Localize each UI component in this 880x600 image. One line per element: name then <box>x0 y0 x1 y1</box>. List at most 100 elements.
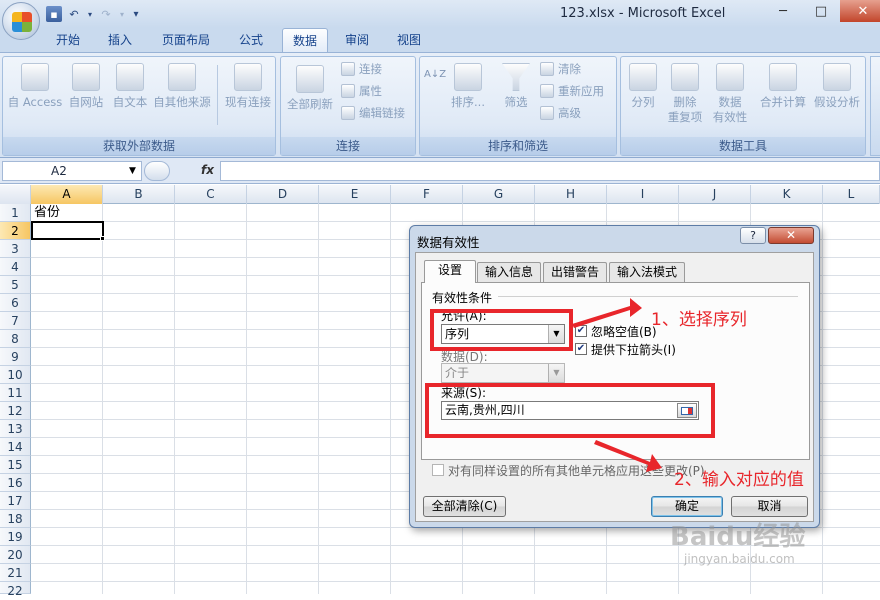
row-header[interactable]: 21 <box>0 564 31 582</box>
row-header[interactable]: 15 <box>0 456 31 474</box>
office-logo-icon <box>12 12 32 32</box>
row-header[interactable]: 16 <box>0 474 31 492</box>
row-header[interactable]: 11 <box>0 384 31 402</box>
name-box-dropdown-icon[interactable]: ▼ <box>129 166 136 176</box>
text-to-columns-button[interactable]: 分列 <box>623 63 663 110</box>
clear-all-button[interactable]: 全部清除(C) <box>423 496 506 517</box>
row-header[interactable]: 7 <box>0 312 31 330</box>
insert-function-icon[interactable]: fx <box>201 163 214 177</box>
from-access-button[interactable]: 自 Access <box>7 63 63 110</box>
column-header[interactable]: C <box>175 185 247 204</box>
column-header[interactable]: J <box>679 185 751 204</box>
refresh-all-button[interactable]: 全部刷新 <box>283 65 337 112</box>
sort-icon <box>454 63 482 91</box>
from-web-button[interactable]: 自网站 <box>63 63 109 110</box>
tab-home[interactable]: 开始 <box>46 28 90 52</box>
connections-button[interactable]: 连接 <box>341 61 382 77</box>
column-header[interactable]: K <box>751 185 823 204</box>
sort-button[interactable]: 排序... <box>448 63 488 110</box>
column-header[interactable]: A <box>31 185 103 204</box>
row-header[interactable]: 6 <box>0 294 31 312</box>
name-box[interactable]: A2 <box>2 161 142 181</box>
row-header[interactable]: 4 <box>0 258 31 276</box>
quick-access-toolbar: ▪ ↶ ▾ ↷ ▾ ▾ <box>46 4 142 24</box>
tab-input-message[interactable]: 输入信息 <box>477 262 541 282</box>
remove-duplicates-icon <box>671 63 699 91</box>
what-if-analysis-button[interactable]: 假设分析 <box>809 63 865 110</box>
cell-a1[interactable]: 省份 <box>34 204 60 222</box>
column-header[interactable]: H <box>535 185 607 204</box>
reapply-button[interactable]: 重新应用 <box>540 83 604 99</box>
tab-formulas[interactable]: 公式 <box>228 28 274 52</box>
undo-icon[interactable]: ↶ <box>66 6 82 22</box>
tab-page-layout[interactable]: 页面布局 <box>152 28 220 52</box>
row-header[interactable]: 10 <box>0 366 31 384</box>
row-header[interactable]: 8 <box>0 330 31 348</box>
data-validation-button[interactable]: 数据 有效性 <box>707 63 753 125</box>
tab-data[interactable]: 数据 <box>282 28 328 52</box>
remove-duplicates-button[interactable]: 删除 重复项 <box>663 63 707 125</box>
redo-icon[interactable]: ↷ <box>98 6 114 22</box>
tab-error-alert[interactable]: 出错警告 <box>543 262 607 282</box>
dialog-close-button[interactable]: ✕ <box>768 227 814 244</box>
row-header[interactable]: 5 <box>0 276 31 294</box>
row-header[interactable]: 14 <box>0 438 31 456</box>
undo-dropdown-icon[interactable]: ▾ <box>86 6 94 22</box>
formula-input[interactable] <box>220 161 880 181</box>
column-header[interactable]: B <box>103 185 175 204</box>
from-text-button[interactable]: 自文本 <box>107 63 153 110</box>
existing-connections-button[interactable]: 现有连接 <box>221 63 275 110</box>
row-header[interactable]: 22 <box>0 582 31 598</box>
active-cell-a2[interactable] <box>31 221 104 240</box>
column-header[interactable]: D <box>247 185 319 204</box>
fill-handle[interactable] <box>100 236 105 241</box>
dialog-help-button[interactable]: ? <box>740 227 766 244</box>
minimize-button[interactable]: ─ <box>764 0 802 22</box>
arrow-down-right-icon <box>594 440 662 472</box>
column-header[interactable]: L <box>823 185 880 204</box>
tab-review[interactable]: 审阅 <box>334 28 380 52</box>
remove-duplicates-label: 删除 重复项 <box>667 95 703 124</box>
row-header[interactable]: 18 <box>0 510 31 528</box>
column-header[interactable]: G <box>463 185 535 204</box>
tab-ime-mode[interactable]: 输入法模式 <box>609 262 685 282</box>
access-icon <box>21 63 49 91</box>
save-icon[interactable]: ▪ <box>46 6 62 22</box>
column-header[interactable]: I <box>607 185 679 204</box>
row-header[interactable]: 17 <box>0 492 31 510</box>
row-header[interactable]: 3 <box>0 240 31 258</box>
formula-bar-expander[interactable] <box>144 161 170 181</box>
row-header[interactable]: 1 <box>0 204 31 222</box>
edit-links-button[interactable]: 编辑链接 <box>341 105 405 121</box>
from-other-sources-button[interactable]: 自其他来源 <box>149 63 215 110</box>
consolidate-button[interactable]: 合并计算 <box>755 63 811 110</box>
row-header[interactable]: 19 <box>0 528 31 546</box>
customize-qat-icon[interactable]: ▾ <box>130 6 142 22</box>
tab-settings[interactable]: 设置 <box>424 260 476 283</box>
redo-dropdown-icon[interactable]: ▾ <box>118 6 126 22</box>
column-header[interactable]: F <box>391 185 463 204</box>
column-header[interactable]: E <box>319 185 391 204</box>
group-label-external: 获取外部数据 <box>3 137 275 155</box>
annotation-box-allow <box>430 309 573 351</box>
cancel-button[interactable]: 取消 <box>731 496 808 517</box>
sort-ascending-button[interactable]: A↓Z <box>424 69 446 80</box>
row-header[interactable]: 9 <box>0 348 31 366</box>
apply-all-checkbox[interactable] <box>432 464 444 476</box>
office-button[interactable] <box>2 2 40 40</box>
maximize-button[interactable]: □ <box>802 0 840 22</box>
tab-view[interactable]: 视图 <box>386 28 432 52</box>
row-header[interactable]: 2 <box>0 222 31 240</box>
select-all-corner[interactable] <box>0 185 31 204</box>
close-button[interactable]: ✕ <box>840 0 880 22</box>
filter-button[interactable]: 筛选 <box>496 63 536 110</box>
consolidate-icon <box>769 63 797 91</box>
tab-insert[interactable]: 插入 <box>98 28 142 52</box>
row-header[interactable]: 12 <box>0 402 31 420</box>
advanced-filter-button[interactable]: 高级 <box>540 105 581 121</box>
row-header[interactable]: 13 <box>0 420 31 438</box>
clear-filter-button[interactable]: 清除 <box>540 61 581 77</box>
row-header[interactable]: 20 <box>0 546 31 564</box>
properties-button[interactable]: 属性 <box>341 83 382 99</box>
ok-button[interactable]: 确定 <box>651 496 723 517</box>
